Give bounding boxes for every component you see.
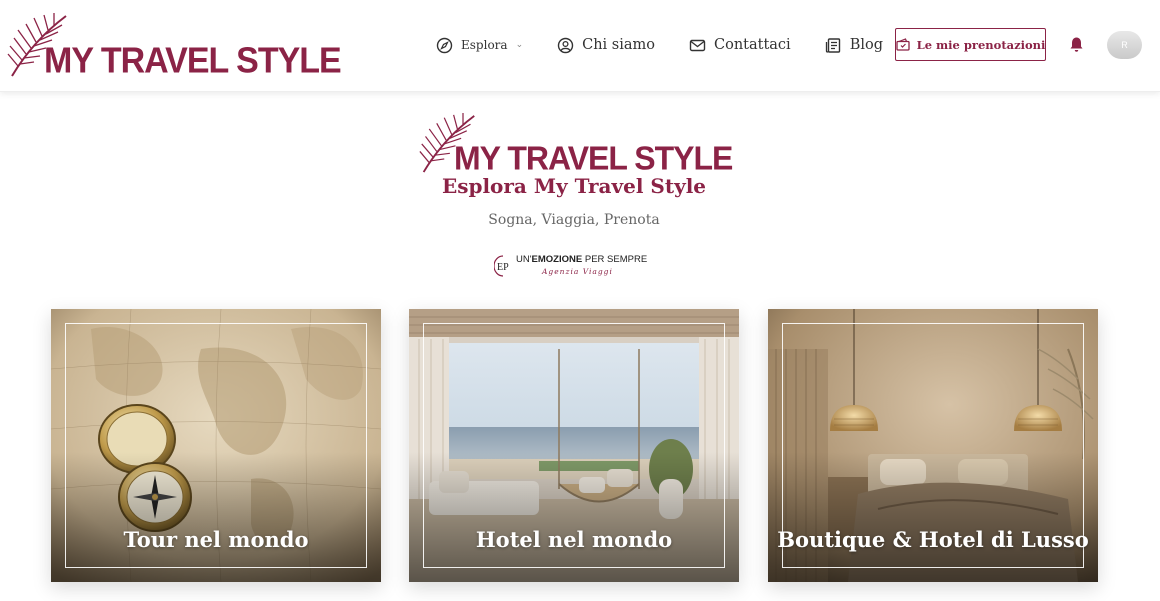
- nav-blog-label: Blog: [849, 37, 884, 53]
- site-logo[interactable]: MY TRAVEL STYLE: [6, 12, 342, 82]
- nav-explore-label: Esplora: [461, 38, 508, 52]
- nav-about-label: Chi siamo: [582, 37, 655, 53]
- card-title: Tour nel mondo: [123, 527, 309, 552]
- nav-contact-label: Contattaci: [714, 37, 791, 53]
- ticket-icon: [895, 37, 910, 52]
- hero-title: Esplora My Travel Style: [441, 174, 707, 198]
- mail-icon: [689, 37, 706, 54]
- my-bookings-button[interactable]: Le mie prenotazioni: [895, 28, 1046, 61]
- compass-icon: [436, 37, 453, 54]
- logo-wordmark: MY TRAVEL STYLE: [44, 41, 342, 81]
- news-icon: [825, 37, 842, 54]
- bell-icon[interactable]: [1069, 36, 1084, 53]
- hero-subtitle: Sogna, Viaggia, Prenota: [488, 212, 660, 228]
- nav-contact[interactable]: Contattaci: [689, 37, 791, 54]
- svg-text:EP: EP: [497, 262, 509, 273]
- nav-about[interactable]: Chi siamo: [557, 37, 655, 54]
- chevron-down-icon: ⌄: [515, 40, 524, 50]
- hero-logo-wordmark: MY TRAVEL STYLE: [454, 139, 733, 177]
- card-title: Hotel nel mondo: [475, 527, 673, 552]
- user-avatar[interactable]: R: [1107, 31, 1142, 59]
- partner-subtitle: Agenzia Viaggi: [542, 267, 613, 276]
- card-tour[interactable]: Tour nel mondo: [51, 309, 381, 582]
- my-bookings-label: Le mie prenotazioni: [916, 37, 1046, 52]
- partner-mark-icon: EP: [494, 255, 509, 277]
- card-title: Boutique & Hotel di Lusso: [777, 527, 1089, 552]
- card-luxury[interactable]: Boutique & Hotel di Lusso: [768, 309, 1098, 582]
- nav-blog[interactable]: Blog: [825, 37, 883, 54]
- partner-logo[interactable]: EP UN'EMOZIONE PER SEMPRE Agenzia Viaggi: [494, 252, 664, 280]
- site-header: MY TRAVEL STYLE Esplora ⌄ Chi siamo Cont…: [0, 0, 1160, 92]
- hero-logo: MY TRAVEL STYLE: [418, 112, 733, 182]
- nav-explore[interactable]: Esplora ⌄: [436, 37, 523, 54]
- user-circle-icon: [557, 37, 574, 54]
- partner-tagline: UN'EMOZIONE PER SEMPRE: [516, 254, 648, 265]
- card-hotel[interactable]: Hotel nel mondo: [409, 309, 739, 582]
- main-nav: Esplora ⌄ Chi siamo Contattaci Blog: [436, 28, 917, 62]
